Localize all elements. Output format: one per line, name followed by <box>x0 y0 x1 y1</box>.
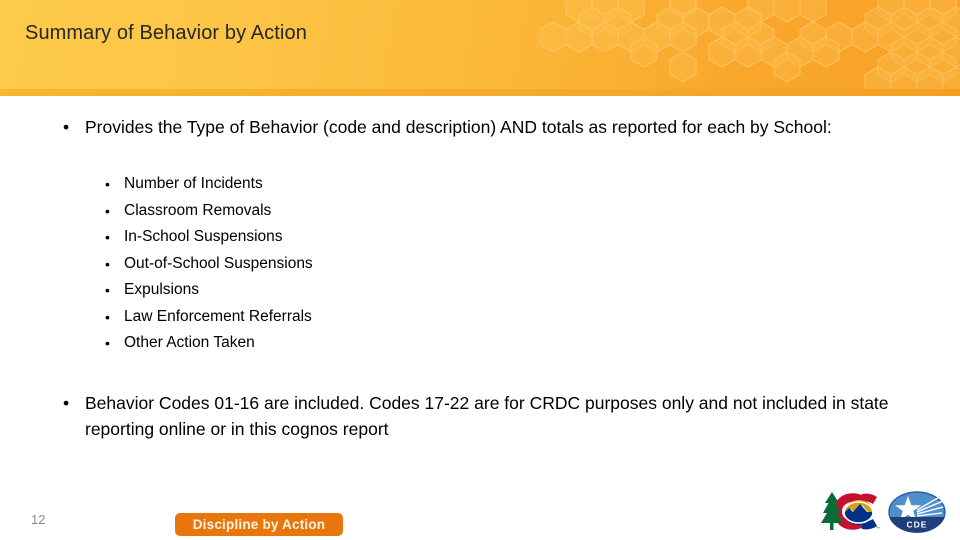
sub-bullet-marker-icon: • <box>105 176 110 192</box>
bullet-text: Behavior Codes 01-16 are included. Codes… <box>85 393 889 439</box>
list-item: • Number of Incidents <box>99 171 599 198</box>
page-number: 12 <box>31 512 46 527</box>
list-item: • Classroom Removals <box>99 198 599 225</box>
list-item: • Law Enforcement Referrals <box>99 304 599 331</box>
list-item: • In-School Suspensions <box>99 224 599 251</box>
page-title: Summary of Behavior by Action <box>25 22 307 44</box>
list-item-label: Other Action Taken <box>124 334 255 351</box>
colorado-c-logo: ™ <box>821 492 880 532</box>
sub-bullet-marker-icon: • <box>105 335 110 351</box>
honeycomb-pattern-icon <box>540 0 960 90</box>
list-item-label: Number of Incidents <box>124 175 263 192</box>
svg-text:™: ™ <box>875 526 880 532</box>
list-item-label: Classroom Removals <box>124 201 272 219</box>
slide-canvas: Summary of Behavior by Action • Provides… <box>0 0 960 540</box>
bullet-marker-icon: • <box>63 117 70 137</box>
list-item: • Out-of-School Suspensions <box>99 251 599 278</box>
bullet-item-primary-1: • Provides the Type of Behavior (code an… <box>55 115 915 141</box>
logo-group: ™ CDE <box>818 489 950 537</box>
sub-bullet-marker-icon: • <box>105 308 110 325</box>
slide-content: • Provides the Type of Behavior (code an… <box>0 96 960 486</box>
slide-footer: 12 <box>0 486 960 540</box>
list-item-label: In-School Suspensions <box>124 228 283 245</box>
sub-bullet-marker-icon: • <box>105 202 110 219</box>
bullet-item-primary-2: • Behavior Codes 01-16 are included. Cod… <box>55 391 935 442</box>
bullet-text: Provides the Type of Behavior (code and … <box>85 117 832 137</box>
cde-logo: CDE <box>888 491 946 533</box>
header-bottom-strip <box>0 89 960 96</box>
list-item: • Expulsions <box>99 277 599 304</box>
cde-logo-text: CDE <box>907 520 928 530</box>
list-item-label: Out-of-School Suspensions <box>124 254 313 272</box>
sub-bullet-list: • Number of Incidents • Classroom Remova… <box>99 171 599 357</box>
list-item-label: Law Enforcement Referrals <box>124 307 312 325</box>
header-banner: Summary of Behavior by Action <box>0 0 960 96</box>
discipline-by-action-button[interactable]: Discipline by Action <box>175 513 343 536</box>
sub-bullet-marker-icon: • <box>105 282 110 298</box>
sub-bullet-marker-icon: • <box>105 255 110 272</box>
sub-bullet-marker-icon: • <box>105 229 110 245</box>
list-item-label: Expulsions <box>124 281 199 298</box>
list-item: • Other Action Taken <box>99 330 599 357</box>
bullet-marker-icon: • <box>63 393 70 413</box>
